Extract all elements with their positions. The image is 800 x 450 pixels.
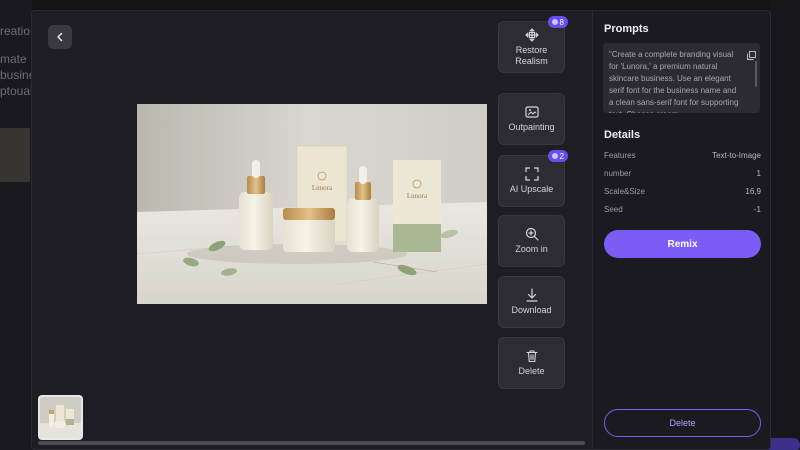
prompt-box[interactable]: "Create a complete branding visual for '… <box>603 43 760 113</box>
detail-row: number 1 <box>604 169 761 178</box>
chevron-left-icon <box>57 32 63 42</box>
detail-value: Text-to-Image <box>712 151 761 160</box>
background-text: reatio <box>0 24 31 38</box>
zoom-in-button[interactable]: Zoom in <box>498 215 565 267</box>
detail-key: Features <box>604 151 636 160</box>
credit-badge: 2 <box>547 150 568 162</box>
tool-label: AI Upscale <box>509 184 554 194</box>
ai-upscale-button[interactable]: 2 AI Upscale <box>498 150 568 207</box>
details-panel: Prompts "Create a complete branding visu… <box>592 11 770 449</box>
detail-row: Seed -1 <box>604 205 761 214</box>
zoom-in-icon <box>525 227 539 241</box>
delete-tool-button[interactable]: Delete <box>498 337 565 389</box>
credit-badge: 8 <box>547 16 568 28</box>
outpainting-icon <box>524 106 539 118</box>
generated-image: Lunora Lunora <box>137 104 487 304</box>
horizontal-scrollbar[interactable] <box>38 441 585 445</box>
image-viewer-modal: Lunora Lunora 8 Restore Realism Outpaint… <box>31 10 771 450</box>
prompts-heading: Prompts <box>604 23 649 35</box>
detail-key: Seed <box>604 205 623 214</box>
box-brand-text: Lunora <box>312 184 333 192</box>
detail-row: Features Text-to-Image <box>604 151 761 160</box>
delete-button[interactable]: Delete <box>604 409 761 437</box>
credit-icon <box>551 19 558 25</box>
prompt-scrollbar[interactable] <box>755 61 757 87</box>
detail-key: number <box>604 169 632 178</box>
box-brand-text: Lunora <box>407 192 428 200</box>
detail-row: Scale&Size 16,9 <box>604 187 761 196</box>
tool-label: Delete <box>518 366 545 376</box>
outpainting-button[interactable]: Outpainting <box>498 93 565 145</box>
detail-key: Scale&Size <box>604 187 645 196</box>
credit-icon <box>551 153 558 159</box>
detail-value: 1 <box>756 169 761 178</box>
download-button[interactable]: Download <box>498 276 565 328</box>
details-heading: Details <box>604 129 641 141</box>
tool-label: Realism <box>515 55 548 66</box>
tool-label: Outpainting <box>508 122 555 132</box>
prompt-text: "Create a complete branding visual for '… <box>609 50 739 113</box>
detail-value: 16,9 <box>745 187 761 196</box>
trash-icon <box>525 350 538 363</box>
tool-label: Download <box>511 305 552 315</box>
background-text: mate <box>0 52 27 66</box>
background-right-strip <box>770 0 800 450</box>
image-thumbnail[interactable] <box>38 395 83 440</box>
app-root: reatio mate busine ptouals Lunora Lunora… <box>0 0 800 450</box>
remix-button[interactable]: Remix <box>604 230 761 258</box>
download-icon <box>525 288 538 302</box>
tool-label: Restore <box>515 44 548 55</box>
detail-value: -1 <box>753 205 761 214</box>
background-thumbnail <box>0 128 30 182</box>
copy-icon <box>747 51 756 60</box>
upscale-icon <box>524 167 539 181</box>
restore-realism-button[interactable]: 8 Restore Realism <box>498 16 568 73</box>
tool-label: Zoom in <box>515 244 548 254</box>
move-arrows-icon <box>524 27 539 42</box>
back-button[interactable] <box>48 25 72 49</box>
